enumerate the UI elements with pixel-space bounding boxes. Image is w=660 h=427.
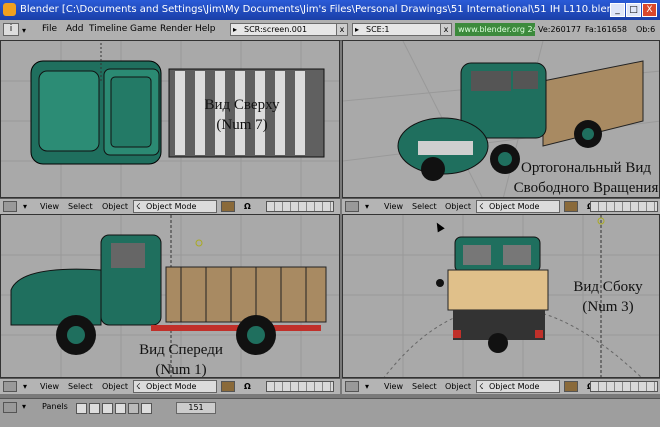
delete-screen-button[interactable]: x [336, 23, 348, 36]
menu-file[interactable]: File [42, 24, 57, 34]
viewport-perspective[interactable]: Ортогональный Вид Свободного Вращения [342, 40, 660, 198]
menu-add[interactable]: Add [66, 24, 83, 34]
info-window-icon[interactable]: i [3, 23, 19, 36]
menu-help[interactable]: Help [195, 24, 216, 34]
scene-panel-icon[interactable] [141, 403, 152, 414]
buttons-window-header: ▾ Panels [0, 398, 660, 427]
viewport-header-perspective: ▾ View Select Object ☇Object Mode Ω [342, 198, 660, 214]
object-panel-icon[interactable] [115, 403, 126, 414]
editor-type-icon[interactable] [345, 381, 359, 392]
mode-label: Object Mode [489, 382, 540, 391]
select-menu[interactable]: Select [412, 202, 437, 211]
delete-scene-button[interactable]: x [440, 23, 452, 36]
object-menu[interactable]: Object [102, 382, 128, 391]
object-menu[interactable]: Object [445, 202, 471, 211]
header-collapse-icon[interactable]: ▾ [23, 202, 27, 211]
website-link[interactable]: www.blender.org 242 [455, 23, 535, 36]
main-menu-bar: i ▾ File Add Timeline Game Render Help ▸… [0, 20, 660, 41]
mode-label: Object Mode [489, 202, 540, 211]
header-collapse-icon[interactable]: ▾ [365, 202, 369, 211]
minimize-button[interactable]: _ [610, 3, 625, 17]
editing-panel-icon[interactable] [128, 403, 139, 414]
header-collapse-icon[interactable]: ▾ [22, 402, 26, 411]
object-menu[interactable]: Object [102, 202, 128, 211]
menu-timeline[interactable]: Timeline [89, 24, 127, 34]
title-bar: Blender [C:\Documents and Settings\Jim\M… [0, 0, 660, 20]
object-menu[interactable]: Object [445, 382, 471, 391]
viewport-front-view[interactable]: Вид Спереди (Num 1) [0, 214, 340, 378]
mode-icon: ☇ [479, 382, 484, 391]
object-count: Ob:6 [636, 25, 656, 34]
object-mode-selector[interactable]: ☇ Object Mode [133, 200, 217, 213]
viewport-header-top: ▾ View Select Object ☇ Object Mode Ω [0, 198, 340, 214]
object-mode-selector[interactable]: ☇ Object Mode [476, 380, 560, 393]
mode-icon: ☇ [479, 202, 484, 211]
screen-name: SCR:screen.001 [244, 25, 308, 34]
vertex-count: Ve:260177 [538, 25, 582, 34]
viewport-label-perspective: Ортогональный Вид Свободного Вращения [513, 160, 659, 196]
object-mode-selector[interactable]: ☇ Object Mode [133, 380, 217, 393]
editor-type-icon[interactable] [3, 201, 17, 212]
select-menu[interactable]: Select [412, 382, 437, 391]
layer-buttons[interactable] [590, 201, 658, 212]
script-panel-icon[interactable] [89, 403, 100, 414]
editor-type-icon[interactable] [3, 381, 17, 392]
mode-label: Object Mode [146, 382, 197, 391]
scene-name: SCE:1 [366, 25, 390, 34]
face-count: Fa:161658 [585, 25, 628, 34]
scene-dropdown-icon: ▸ [355, 25, 360, 34]
mode-icon: ☇ [136, 202, 141, 211]
screen-dropdown-icon: ▸ [233, 25, 238, 34]
scene-selector[interactable]: ▸ SCE:1 [352, 23, 442, 36]
select-menu[interactable]: Select [68, 382, 93, 391]
logic-panel-icon[interactable] [76, 403, 87, 414]
viewport-label-top: Вид Сверху (Num 7) [204, 97, 280, 133]
select-menu[interactable]: Select [68, 202, 93, 211]
header-collapse-icon[interactable]: ▾ [23, 382, 27, 391]
frame-number-field[interactable]: 151 [176, 402, 216, 414]
viewport-label-side: Вид Сбоку (Num 3) [573, 279, 643, 315]
shading-panel-icon[interactable] [102, 403, 113, 414]
object-mode-selector[interactable]: ☇ Object Mode [476, 200, 560, 213]
editor-type-icon[interactable] [3, 402, 17, 413]
mode-icon: ☇ [136, 382, 141, 391]
viewport-header-front: ▾ View Select Object ☇ Object Mode Ω [0, 378, 340, 394]
window-title: Blender [C:\Documents and Settings\Jim\M… [20, 4, 624, 15]
layer-buttons[interactable] [266, 201, 334, 212]
viewport-top-view[interactable]: Вид Сверху (Num 7) [0, 40, 340, 198]
menu-game[interactable]: Game [130, 24, 157, 34]
viewport-label-front: Вид Спереди (Num 1) [139, 342, 223, 378]
view-menu[interactable]: View [40, 382, 59, 391]
view-menu[interactable]: View [384, 202, 403, 211]
view-menu[interactable]: View [384, 382, 403, 391]
mode-label: Object Mode [146, 202, 197, 211]
draw-type-icon[interactable] [564, 381, 578, 392]
menu-collapse-icon[interactable]: ▾ [22, 26, 26, 35]
menu-render[interactable]: Render [160, 24, 192, 34]
maximize-button[interactable]: □ [626, 3, 641, 17]
draw-type-icon[interactable] [221, 201, 235, 212]
draw-type-icon[interactable] [221, 381, 235, 392]
close-button[interactable]: X [642, 3, 657, 17]
panels-menu[interactable]: Panels [42, 402, 68, 411]
blender-logo-icon [3, 3, 16, 16]
editor-type-icon[interactable] [345, 201, 359, 212]
header-collapse-icon[interactable]: ▾ [365, 382, 369, 391]
viewport-side-view[interactable]: Вид Сбоку (Num 3) [342, 214, 660, 378]
draw-type-icon[interactable] [564, 201, 578, 212]
view-menu[interactable]: View [40, 202, 59, 211]
layer-buttons[interactable] [590, 381, 658, 392]
screen-selector[interactable]: ▸ SCR:screen.001 [230, 23, 338, 36]
layer-buttons[interactable] [266, 381, 334, 392]
viewport-header-side: ▾ View Select Object ☇Object Mode Ω [342, 378, 660, 394]
magnet-snap-icon[interactable]: Ω [244, 382, 251, 391]
magnet-snap-icon[interactable]: Ω [244, 202, 251, 211]
